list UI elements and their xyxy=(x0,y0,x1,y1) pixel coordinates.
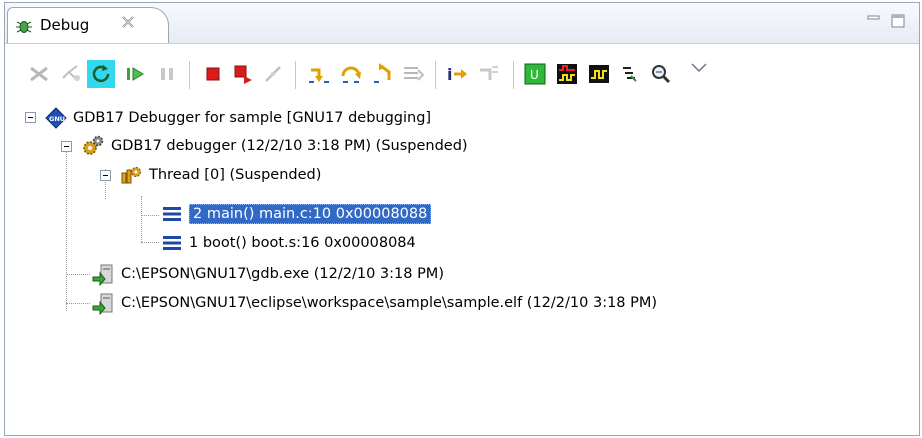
use-step-filters-icon[interactable] xyxy=(477,62,501,86)
tree-item-label: C:\EPSON\GNU17\gdb.exe (12/2/10 3:18 PM) xyxy=(121,266,444,282)
close-icon[interactable] xyxy=(120,14,136,30)
thread-icon xyxy=(119,163,143,187)
collapse-toggle[interactable] xyxy=(61,141,72,152)
terminate-icon[interactable] xyxy=(201,62,225,86)
tree-connector xyxy=(66,303,90,305)
toolbar-separator xyxy=(435,61,436,89)
debug-view: Debug i U GNU GDB17 Debugger for sample … xyxy=(4,2,920,436)
step-over-icon[interactable] xyxy=(339,62,363,86)
tree-item-label: 1 boot() boot.s:16 0x00008084 xyxy=(189,235,416,251)
remove-all-terminated-icon[interactable] xyxy=(59,62,83,86)
tree-item-debugger[interactable]: GDB17 debugger (12/2/10 3:18 PM) (Suspen… xyxy=(81,133,468,159)
trace-icon[interactable] xyxy=(555,62,579,86)
svg-text:U: U xyxy=(530,68,539,82)
tree-connector xyxy=(66,274,90,276)
tree-item-launch[interactable]: GNU GDB17 Debugger for sample [GNU17 deb… xyxy=(45,105,431,131)
view-menu-icon[interactable] xyxy=(687,56,711,80)
terminate-relaunch-icon[interactable] xyxy=(231,62,255,86)
toolbar-separator xyxy=(189,61,190,89)
stack-frame-icon xyxy=(161,203,183,225)
toolbar-separator xyxy=(295,61,296,89)
tree-item-frame-boot[interactable]: 1 boot() boot.s:16 0x00008084 xyxy=(161,230,416,256)
suspend-icon[interactable] xyxy=(155,62,179,86)
remove-terminated-icon[interactable] xyxy=(27,62,51,86)
zoom-icon[interactable] xyxy=(649,62,673,86)
restart-icon[interactable] xyxy=(87,60,115,88)
tab-label: Debug xyxy=(40,16,90,34)
gears-icon xyxy=(81,134,105,158)
step-return-icon[interactable] xyxy=(371,62,395,86)
tab-bar: Debug xyxy=(5,3,919,44)
waveform-icon[interactable] xyxy=(587,62,611,86)
stack-frame-icon xyxy=(161,232,183,254)
tree-item-label: C:\EPSON\GNU17\eclipse\workspace\sample\… xyxy=(121,295,658,311)
tree-item-label: GDB17 Debugger for sample [GNU17 debuggi… xyxy=(73,110,432,126)
resume-icon[interactable] xyxy=(123,62,147,86)
tree-item-process-elf[interactable]: C:\EPSON\GNU17\eclipse\workspace\sample\… xyxy=(91,290,657,316)
maximize-icon[interactable] xyxy=(889,13,907,29)
tree-item-label: Thread [0] (Suspended) xyxy=(149,167,322,183)
collapse-toggle[interactable] xyxy=(25,112,36,123)
tree-connector xyxy=(66,141,68,311)
debug-toolbar: i U xyxy=(5,43,919,94)
tree-connector xyxy=(141,196,143,242)
tree-item-label: 2 main() main.c:10 0x00008088 xyxy=(189,204,432,224)
tree-connector xyxy=(141,215,159,217)
tree-item-process-gdb[interactable]: C:\EPSON\GNU17\gdb.exe (12/2/10 3:18 PM) xyxy=(91,261,444,287)
debug-tree: GNU GDB17 Debugger for sample [GNU17 deb… xyxy=(5,93,919,435)
u-mode-icon[interactable]: U xyxy=(523,62,547,86)
step-into-icon[interactable] xyxy=(307,62,331,86)
svg-text:i: i xyxy=(447,65,452,84)
instruction-step-icon[interactable]: i xyxy=(445,62,469,86)
tree-connector xyxy=(141,242,159,244)
minimize-icon[interactable] xyxy=(865,13,883,29)
tree-item-thread[interactable]: Thread [0] (Suspended) xyxy=(119,162,321,188)
toolbar-separator xyxy=(513,61,514,89)
process-icon xyxy=(91,291,115,316)
drop-to-frame-icon[interactable] xyxy=(401,62,425,86)
svg-text:GNU: GNU xyxy=(49,115,65,123)
tree-item-frame-main[interactable]: 2 main() main.c:10 0x00008088 xyxy=(161,201,432,227)
gnu-launch-icon: GNU xyxy=(45,107,67,129)
debug-bug-icon xyxy=(14,16,34,36)
tab-debug[interactable]: Debug xyxy=(7,7,169,44)
step-icon[interactable] xyxy=(617,62,641,86)
disconnect-icon[interactable] xyxy=(261,62,285,86)
process-icon xyxy=(91,262,115,287)
tree-item-label: GDB17 debugger (12/2/10 3:18 PM) (Suspen… xyxy=(111,138,468,154)
collapse-toggle[interactable] xyxy=(100,170,111,181)
